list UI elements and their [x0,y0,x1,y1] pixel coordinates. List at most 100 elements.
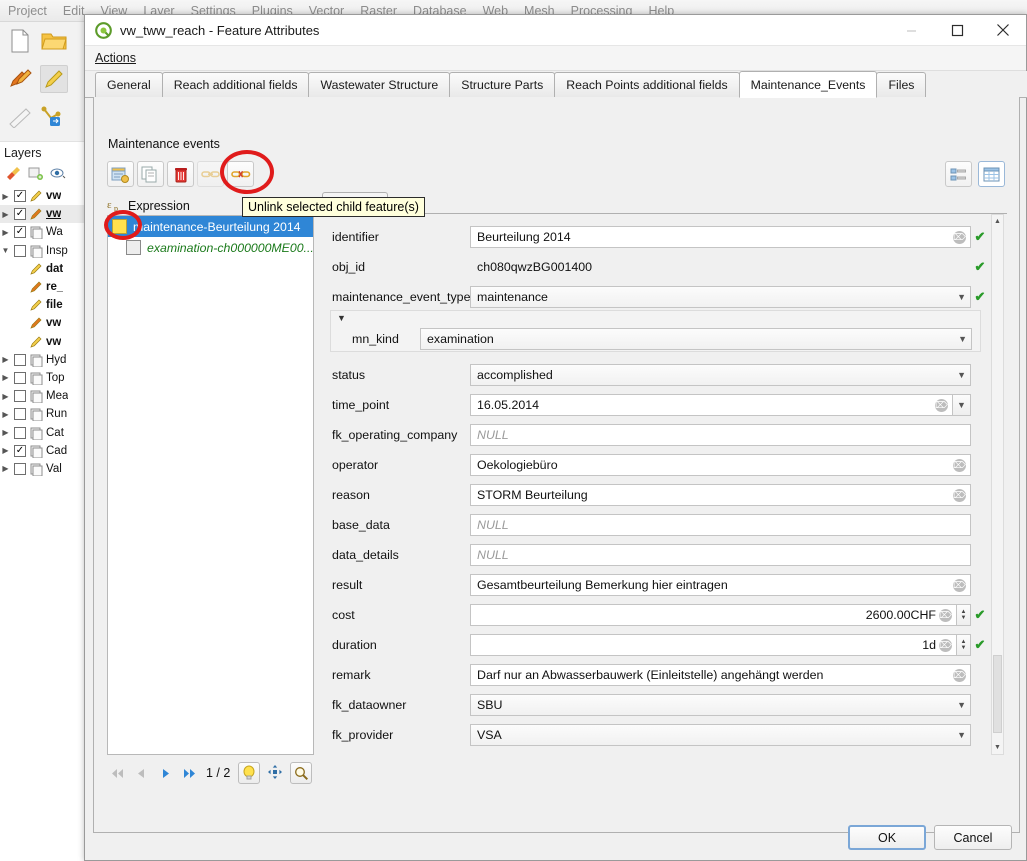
toggle-editing-icon[interactable] [40,65,68,93]
menu-project[interactable]: Project [8,4,47,18]
unlink-child-feature-button[interactable] [227,161,254,187]
tab-files[interactable]: Files [876,72,927,97]
first-feature-button[interactable] [109,765,126,782]
chevron-right-icon[interactable]: ▶ [0,373,11,382]
child-feature-checkbox[interactable] [126,240,141,255]
tab-general[interactable]: General [95,72,163,97]
layers-panel[interactable]: Layers ▶✓vw▶✓vw▶✓Wa▼✓Inspdatre_filevwvw▶… [0,142,90,861]
eye-visibility-icon[interactable] [50,166,67,183]
add-child-feature-button[interactable] [107,161,134,187]
clear-field-icon[interactable]: ⌦ [939,638,952,652]
layer-visibility-checkbox[interactable]: ✓ [14,208,26,221]
text-input-cost[interactable]: 2600.00CHF ⌦ [470,604,957,626]
table-view-button[interactable] [978,161,1005,187]
spinner-duration[interactable]: ▲ ▼ [957,634,971,656]
chevron-right-icon[interactable]: ▶ [0,355,11,364]
text-input-data_details[interactable]: NULL [470,544,971,566]
clear-field-icon[interactable]: ⌦ [939,608,952,622]
chevron-down-icon[interactable]: ▼ [957,370,966,380]
layer-tree-item[interactable]: re_ [0,278,89,296]
layer-visibility-checkbox[interactable]: ✓ [14,408,26,421]
chevron-right-icon[interactable]: ▶ [0,228,11,237]
layer-tree-item[interactable]: ▶✓ Top [0,369,89,387]
chevron-right-icon[interactable]: ▶ [0,428,11,437]
chevron-down-icon[interactable]: ▼ [957,292,966,302]
spin-down-icon[interactable]: ▼ [961,645,967,651]
layer-tree-item[interactable]: ▶✓ Cat [0,423,89,441]
layer-tree-item[interactable]: ▶✓ Val [0,460,89,478]
text-input-duration[interactable]: 1d ⌦ [470,634,957,656]
layer-tree-item[interactable]: vw [0,314,89,332]
tab-reach-additional-fields[interactable]: Reach additional fields [161,72,310,97]
spinner-cost[interactable]: ▲ ▼ [957,604,971,626]
layer-tree-item[interactable]: ▶ ✓ vw [0,205,89,224]
tab-structure-parts[interactable]: Structure Parts [449,72,556,97]
open-project-icon[interactable] [40,27,68,55]
link-child-feature-button[interactable] [197,161,224,187]
child-feature-list[interactable]: maintenance-Beurteilung 2014 examination-… [107,215,314,755]
highlight-feature-button[interactable] [238,762,261,784]
combobox-fk_provider[interactable]: VSA ▼ [470,724,971,746]
style-manager-icon[interactable] [6,166,22,183]
text-input-remark[interactable]: Darf nur an Abwasserbauwerk (Einleitstel… [470,664,971,686]
zoom-to-feature-button[interactable] [290,762,313,784]
maximize-button[interactable] [934,15,980,46]
chevron-right-icon[interactable]: ▼ [0,246,11,255]
toggle-editing-all-icon[interactable] [6,65,34,93]
chevron-down-icon[interactable]: ▼ [958,334,967,344]
minimize-button[interactable] [888,15,934,46]
chevron-right-icon[interactable]: ▶ [0,210,11,219]
menu-edit[interactable]: Edit [63,4,85,18]
previous-feature-button[interactable] [133,765,150,782]
actions-menu[interactable]: Actions [85,46,1026,71]
collapse-arrow-icon[interactable]: ▼ [337,313,346,323]
chevron-right-icon[interactable]: ▶ [0,446,11,455]
form-view-button[interactable] [945,161,972,187]
clear-field-icon[interactable]: ⌦ [953,230,966,244]
qgis-toolbar[interactable] [0,22,90,142]
child-feature-checkbox[interactable] [112,219,127,234]
chevron-right-icon[interactable]: ▶ [0,192,11,201]
next-feature-button[interactable] [157,765,174,782]
clear-field-icon[interactable]: ⌦ [953,458,966,472]
text-input-fk_operating_company[interactable]: NULL [470,424,971,446]
scroll-down-button[interactable]: ▼ [992,741,1003,754]
clear-field-icon[interactable]: ⌦ [953,488,966,502]
text-input-obj_id[interactable]: ch080qwzBG001400 [470,256,971,278]
layer-visibility-checkbox[interactable]: ✓ [14,226,26,239]
form-vertical-scrollbar[interactable]: ▲ ▼ [991,214,1004,755]
layer-tree-item[interactable]: ▶✓ Run [0,405,89,423]
scroll-up-button[interactable]: ▲ [992,215,1003,228]
combobox-mn_kind[interactable]: examination ▼ [420,328,972,350]
delete-child-feature-button[interactable] [167,161,194,187]
combobox-maintenance_event_type[interactable]: maintenance ▼ [470,286,971,308]
tab-maintenance-events[interactable]: Maintenance_Events [738,71,878,98]
clear-field-icon[interactable]: ⌦ [953,668,966,682]
layer-tree-item[interactable]: ▶ ✓ Wa [0,223,89,241]
expression-row[interactable]: εp Expression [107,197,190,215]
text-input-result[interactable]: Gesamtbeurteilung Bemerkung hier eintrag… [470,574,971,596]
layer-visibility-checkbox[interactable]: ✓ [14,390,26,403]
text-input-base_data[interactable]: NULL [470,514,971,536]
layer-visibility-checkbox[interactable]: ✓ [14,244,26,257]
layer-tree-item[interactable]: ▶ ✓ vw [0,187,89,205]
layer-tree-item[interactable]: ▶✓ Hyd [0,351,89,369]
text-input-time_point[interactable]: 16.05.2014 ⌦ [470,394,953,416]
pan-to-feature-button[interactable] [267,764,283,783]
chevron-down-icon[interactable]: ▼ [957,730,966,740]
last-feature-button[interactable] [181,765,198,782]
child-feature-list-item[interactable]: examination-ch000000ME00... [108,237,313,258]
cancel-button[interactable]: Cancel [934,825,1012,850]
clear-field-icon[interactable]: ⌦ [935,398,948,412]
layer-visibility-checkbox[interactable]: ✓ [14,426,26,439]
chevron-down-icon[interactable]: ▼ [957,700,966,710]
new-project-icon[interactable] [6,27,34,55]
tab-wastewater-structure[interactable]: Wastewater Structure [308,72,451,97]
text-input-identifier[interactable]: Beurteilung 2014 ⌦ [470,226,971,248]
chevron-right-icon[interactable]: ▶ [0,410,11,419]
spin-down-icon[interactable]: ▼ [961,615,967,621]
scrollbar-thumb[interactable] [993,655,1002,733]
duplicate-child-feature-button[interactable] [137,161,164,187]
measure-icon[interactable] [6,103,34,131]
layer-tree-item[interactable]: ▶✓ Mea [0,387,89,405]
